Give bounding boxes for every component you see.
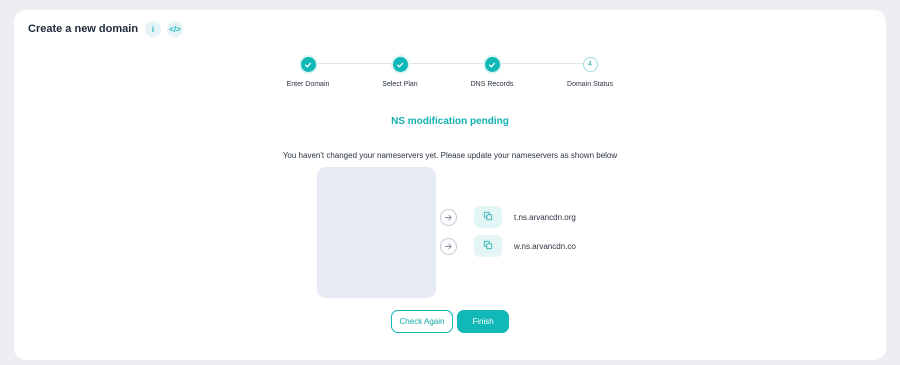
- card-header: Create a new domain i </>: [28, 19, 184, 39]
- create-domain-card: Create a new domain i </> Enter Domain S…: [14, 10, 886, 360]
- step-dns-records: DNS Records: [447, 57, 537, 88]
- step-label: Enter Domain: [286, 81, 330, 88]
- step-number: 4: [582, 57, 598, 72]
- arrow-right-icon[interactable]: [440, 208, 457, 226]
- arrow-right-icon[interactable]: [440, 237, 457, 255]
- step-domain-status: 4 Domain Status: [545, 57, 635, 88]
- status-message: You haven't changed your nameservers yet…: [282, 151, 618, 160]
- nameserver-row: w.ns.arvancdn.co: [440, 235, 576, 257]
- check-icon: [392, 57, 408, 72]
- copy-icon: [483, 237, 493, 255]
- copy-button[interactable]: [474, 235, 502, 257]
- nameserver-value: w.ns.arvancdn.co: [514, 241, 576, 251]
- step-enter-domain: Enter Domain: [263, 57, 353, 88]
- info-icon[interactable]: i: [145, 21, 162, 37]
- step-label: DNS Records: [470, 81, 514, 88]
- copy-icon: [483, 208, 493, 226]
- step-select-plan: Select Plan: [355, 57, 445, 88]
- image-placeholder: [317, 167, 436, 298]
- check-again-button[interactable]: Check Again: [391, 310, 453, 333]
- progress-stepper: Enter Domain Select Plan DNS Records 4 D…: [14, 57, 886, 97]
- code-icon[interactable]: </>: [167, 21, 184, 37]
- nameserver-row: t.ns.arvancdn.org: [440, 206, 576, 228]
- step-label: Domain Status: [567, 81, 613, 88]
- check-icon: [300, 57, 316, 72]
- finish-button[interactable]: Finish: [457, 310, 509, 333]
- page-title: Create a new domain: [28, 23, 139, 35]
- nameserver-value: t.ns.arvancdn.org: [514, 212, 576, 222]
- copy-button[interactable]: [474, 206, 502, 228]
- status-title: NS modification pending: [391, 116, 509, 127]
- step-label: Select Plan: [382, 81, 418, 88]
- check-icon: [484, 57, 500, 72]
